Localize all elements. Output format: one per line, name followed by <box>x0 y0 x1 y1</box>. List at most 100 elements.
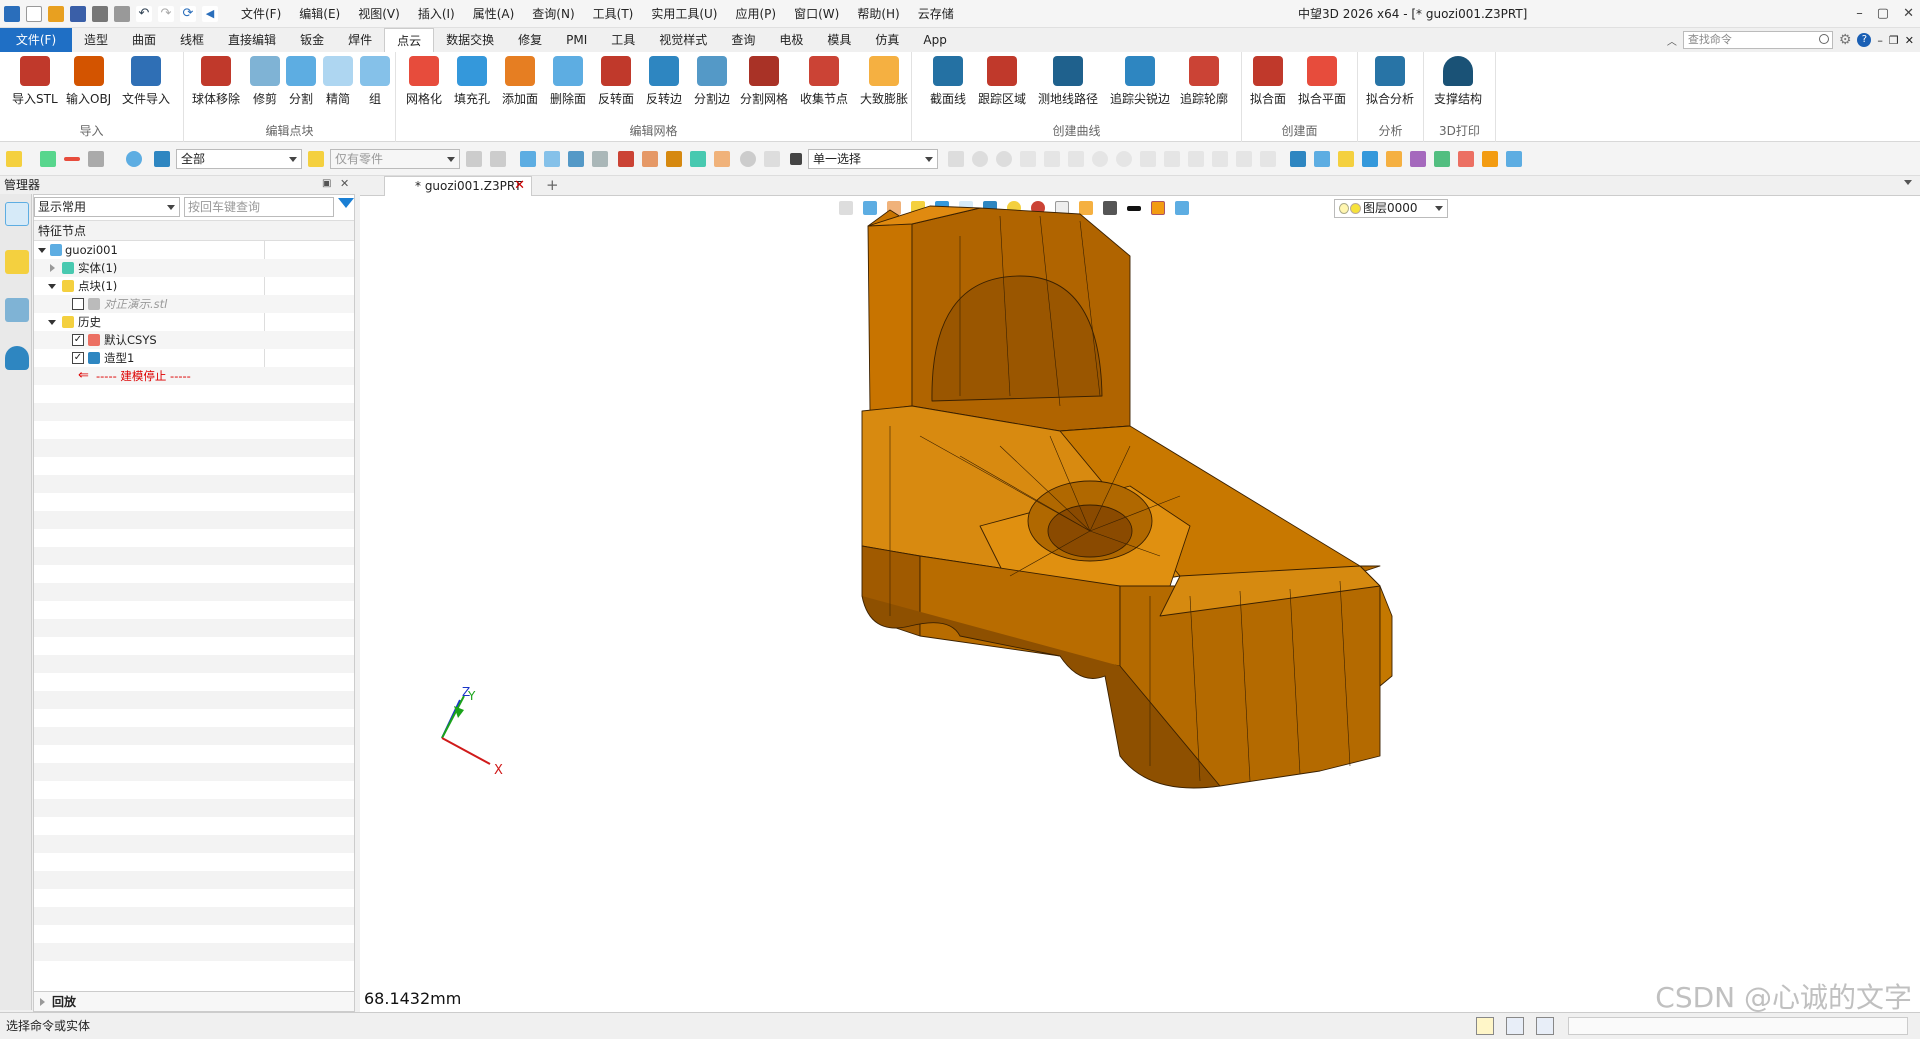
circle-icon[interactable] <box>1116 151 1132 167</box>
undo-icon[interactable]: ↶ <box>136 5 152 22</box>
menu-cloud[interactable]: 云存储 <box>909 0 963 28</box>
file-import-button[interactable]: 文件导入 <box>122 56 170 107</box>
expand-arrow-icon[interactable] <box>48 320 56 325</box>
line-icon[interactable] <box>1044 151 1060 167</box>
delete-face-button[interactable]: 删除面 <box>550 56 586 107</box>
collect-nodes-button[interactable]: 收集节点 <box>800 56 848 107</box>
new-file-icon[interactable] <box>26 5 42 22</box>
tab-surface[interactable]: 曲面 <box>120 28 168 52</box>
app-logo-icon[interactable] <box>4 5 20 22</box>
pick-point-icon[interactable] <box>618 151 634 167</box>
print-preview-icon[interactable] <box>114 5 130 22</box>
import-obj-button[interactable]: 输入OBJ <box>66 56 111 107</box>
rough-inflate-button[interactable]: 大致膨胀 <box>860 56 908 107</box>
tab-app[interactable]: App <box>911 28 958 52</box>
minimize-doc-icon[interactable]: – <box>1877 34 1883 47</box>
add-tab-icon[interactable]: + <box>546 176 559 194</box>
sketch-icon[interactable] <box>1410 151 1426 167</box>
import-stl-button[interactable]: 导入STL <box>12 56 58 107</box>
tab-modeling[interactable]: 造型 <box>72 28 120 52</box>
group-button[interactable]: 组 <box>360 56 390 107</box>
assembly-icon[interactable] <box>1434 151 1450 167</box>
tab-menu-icon[interactable] <box>1904 180 1912 185</box>
reverse-face-button[interactable]: 反转面 <box>598 56 634 107</box>
trim-button[interactable]: 修剪 <box>250 56 280 107</box>
tab-wireframe[interactable]: 线框 <box>168 28 216 52</box>
tab-point-cloud[interactable]: 点云 <box>384 28 435 52</box>
snap-icon[interactable] <box>972 151 988 167</box>
mesh-filter-icon[interactable] <box>1506 151 1522 167</box>
tree-row-solids[interactable]: 实体(1) <box>34 259 354 277</box>
solid-icon[interactable] <box>1290 151 1306 167</box>
body-icon[interactable] <box>1482 151 1498 167</box>
search-command-input[interactable]: 查找命令 <box>1682 31 1833 49</box>
curve-icon[interactable] <box>1164 151 1180 167</box>
save-icon[interactable] <box>70 5 86 22</box>
pick-cursor-icon[interactable] <box>6 151 22 167</box>
restore-doc-icon[interactable]: ❐ <box>1889 34 1899 47</box>
snap-icon[interactable] <box>948 151 964 167</box>
menu-view[interactable]: 视图(V) <box>349 0 409 28</box>
replay-bar[interactable]: 回放 <box>34 991 354 1011</box>
box-select-icon[interactable] <box>88 151 104 167</box>
open-file-icon[interactable] <box>48 5 64 22</box>
pin-icon[interactable]: ▣ <box>322 178 331 189</box>
tab-data-exchange[interactable]: 数据交换 <box>434 28 506 52</box>
monitor-icon[interactable] <box>1506 1017 1524 1035</box>
menu-apps[interactable]: 应用(P) <box>727 0 786 28</box>
menu-help[interactable]: 帮助(H) <box>848 0 908 28</box>
menu-attribute[interactable]: 属性(A) <box>464 0 524 28</box>
menu-utilities[interactable]: 实用工具(U) <box>642 0 726 28</box>
history-tree-icon[interactable] <box>5 202 29 226</box>
history-icon[interactable] <box>740 151 756 167</box>
image-icon[interactable] <box>690 151 706 167</box>
sphere-remove-button[interactable]: 球体移除 <box>192 56 240 107</box>
tab-inquire[interactable]: 查询 <box>719 28 767 52</box>
section-line-button[interactable]: 截面线 <box>930 56 966 107</box>
collapse-arrow-icon[interactable] <box>40 998 45 1006</box>
help-icon[interactable]: ? <box>1857 33 1872 47</box>
reverse-edge-button[interactable]: 反转边 <box>646 56 682 107</box>
regen-icon[interactable]: ⟳ <box>180 5 196 22</box>
align-icon[interactable] <box>592 151 608 167</box>
print-icon[interactable] <box>92 5 108 22</box>
minimize-icon[interactable]: – <box>1856 0 1863 28</box>
shell-icon[interactable] <box>1314 151 1330 167</box>
cylinder-icon[interactable] <box>1362 151 1378 167</box>
geodesic-path-button[interactable]: 测地线路径 <box>1038 56 1098 107</box>
tree-search-input[interactable]: 按回车键查询 <box>184 197 334 217</box>
support-structure-button[interactable]: 支撑结构 <box>1434 56 1482 107</box>
split-mesh-button[interactable]: 分割网格 <box>740 56 788 107</box>
funnel-filter-icon[interactable] <box>338 198 354 208</box>
align-icon[interactable] <box>544 151 560 167</box>
visibility-checkbox[interactable]: ✓ <box>72 334 84 346</box>
layout-icon[interactable] <box>1476 1017 1494 1035</box>
tab-simulation[interactable]: 仿真 <box>863 28 911 52</box>
line-icon[interactable] <box>1212 151 1228 167</box>
split-button[interactable]: 分割 <box>286 56 316 107</box>
gear-icon[interactable]: ⚙ <box>1839 32 1852 48</box>
datum-icon[interactable] <box>1458 151 1474 167</box>
tab-sheet-metal[interactable]: 钣金 <box>288 28 336 52</box>
tab-direct-edit[interactable]: 直接编辑 <box>216 28 288 52</box>
part-icon[interactable] <box>1338 151 1354 167</box>
tab-weldment[interactable]: 焊件 <box>336 28 384 52</box>
document-tab[interactable]: * guozi001.Z3PRT ✕ <box>384 176 532 196</box>
pipe-icon[interactable] <box>764 151 780 167</box>
menu-insert[interactable]: 插入(I) <box>409 0 464 28</box>
tree-row-csys[interactable]: ✓ 默认CSYS <box>34 331 354 349</box>
select-mode-combo[interactable]: 单一选择 <box>808 149 938 169</box>
circle-icon[interactable] <box>1092 151 1108 167</box>
tab-electrode[interactable]: 电极 <box>767 28 815 52</box>
fit-surface-button[interactable]: 拟合面 <box>1250 56 1286 107</box>
fit-analysis-button[interactable]: 拟合分析 <box>1366 56 1414 107</box>
display-filter-select[interactable]: 显示常用 <box>34 197 180 217</box>
split-edge-button[interactable]: 分割边 <box>694 56 730 107</box>
tree-row-point-blocks[interactable]: 点块(1) <box>34 277 354 295</box>
tab-pmi[interactable]: PMI <box>554 28 599 52</box>
tree-row-root[interactable]: guozi001 <box>34 241 354 259</box>
tree-row-shape[interactable]: ✓ 造型1 <box>34 349 354 367</box>
remove-selection-icon[interactable] <box>64 157 80 161</box>
close-icon[interactable]: ✕ <box>1903 0 1914 28</box>
curve-icon[interactable] <box>1140 151 1156 167</box>
